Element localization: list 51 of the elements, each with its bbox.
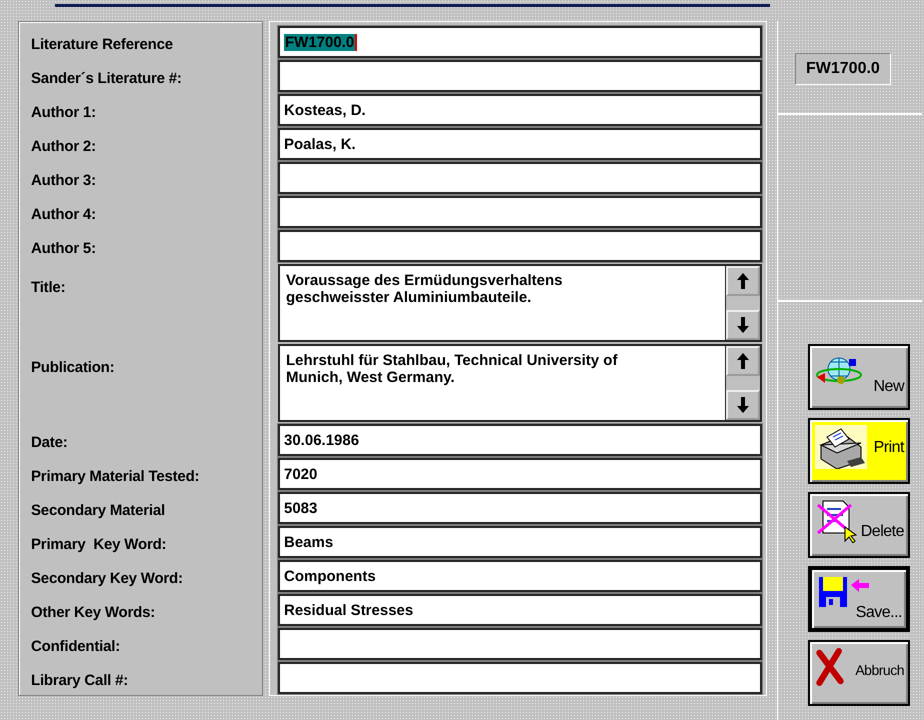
- input-field[interactable]: [278, 196, 762, 228]
- delete-button[interactable]: Delete: [808, 492, 910, 558]
- record-id-display: FW1700.0: [795, 53, 891, 85]
- input-field[interactable]: 7020: [278, 458, 762, 490]
- arrow-up-icon: [736, 352, 750, 370]
- input-field[interactable]: 5083: [278, 492, 762, 524]
- input-field[interactable]: [278, 628, 762, 660]
- input-field[interactable]: Kosteas, D.: [278, 94, 762, 126]
- input-field[interactable]: [278, 662, 762, 694]
- scroll-up-button[interactable]: [726, 266, 760, 296]
- arrow-down-icon: [736, 316, 750, 334]
- field-label: Library Call #:: [31, 672, 128, 688]
- field-label: Literature Reference: [31, 36, 173, 52]
- scroll-down-button[interactable]: [726, 310, 760, 340]
- save-button[interactable]: Save...: [808, 566, 910, 632]
- arrow-up-icon: [736, 272, 750, 290]
- input-field[interactable]: Residual Stresses: [278, 594, 762, 626]
- input-field[interactable]: Poalas, K.: [278, 128, 762, 160]
- arrow-down-icon: [736, 396, 750, 414]
- printer-icon: [815, 425, 867, 469]
- input-field[interactable]: Components: [278, 560, 762, 592]
- cancel-button[interactable]: Abbruch: [808, 640, 910, 706]
- field-label: Author 3:: [31, 172, 96, 188]
- input-field[interactable]: [278, 60, 762, 92]
- text-area[interactable]: Lehrstuhl für Stahlbau, Technical University of Munich, West Germany.: [278, 344, 762, 422]
- field-label: Primary Material Tested:: [31, 468, 200, 484]
- input-field[interactable]: Beams: [278, 526, 762, 558]
- cross-icon: [815, 647, 845, 687]
- field-label: Confidential:: [31, 638, 120, 654]
- selected-text: FW1700.0: [284, 34, 358, 50]
- field-label: Author 5:: [31, 240, 96, 256]
- input-field[interactable]: [278, 162, 762, 194]
- scroll-up-button[interactable]: [726, 346, 760, 376]
- input-field[interactable]: FW1700.0: [278, 26, 762, 58]
- field-label: Date:: [31, 434, 68, 450]
- field-label: Sander´s Literature #:: [31, 70, 182, 86]
- input-field[interactable]: [278, 230, 762, 262]
- scroll-down-button[interactable]: [726, 390, 760, 420]
- field-label: Secondary Key Word:: [31, 570, 183, 586]
- field-label: Author 2:: [31, 138, 96, 154]
- new-button[interactable]: New: [808, 344, 910, 410]
- field-label: Other Key Words:: [31, 604, 156, 620]
- field-label: Title:: [31, 279, 66, 296]
- field-label: Primary Key Word:: [31, 536, 166, 552]
- field-label: Author 4:: [31, 206, 96, 222]
- field-label: Author 1:: [31, 104, 96, 120]
- field-label: Secondary Material: [31, 502, 165, 518]
- text-area[interactable]: Voraussage des Ermüdungsverhaltens geschweisster Aluminiumbauteile.: [278, 264, 762, 342]
- field-label: Publication:: [31, 359, 114, 376]
- print-button[interactable]: Print: [808, 418, 910, 484]
- input-field[interactable]: 30.06.1986: [278, 424, 762, 456]
